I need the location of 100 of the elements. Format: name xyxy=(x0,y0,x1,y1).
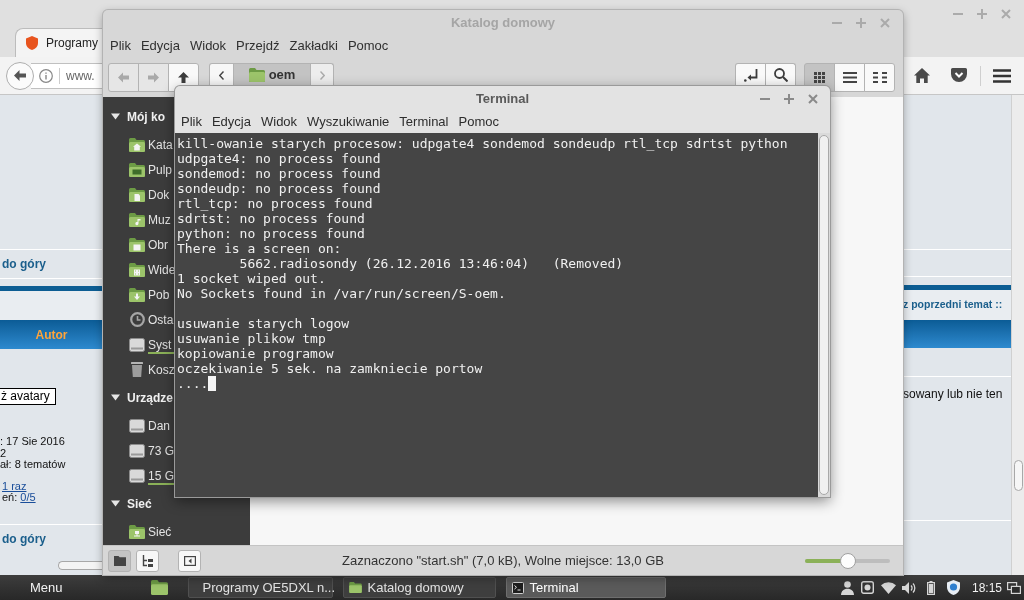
chevron-left-icon xyxy=(219,70,224,80)
tree-icon xyxy=(142,554,153,567)
terminal-line: usuwanie plikow tmp xyxy=(177,331,327,346)
picture-folder-icon xyxy=(129,237,145,252)
sidebar-item[interactable]: Pob xyxy=(103,282,175,307)
terminal-line: .... xyxy=(177,376,209,391)
sidebar-item[interactable]: Dok xyxy=(103,182,175,207)
taskbar-window-button[interactable]: Katalog domowy xyxy=(342,577,496,598)
terminal-line: There is a screen on: xyxy=(177,241,343,256)
stat-link[interactable]: 1 raz xyxy=(2,480,27,492)
forward-arrow-icon xyxy=(148,71,159,83)
status-text: Zaznaczono "start.sh" (7,0 kB), Wolne miejsce: 13,0 GB xyxy=(342,551,664,570)
terminal-line: kopiowanie programow xyxy=(177,346,335,361)
address-field[interactable]: www. xyxy=(31,62,103,89)
sidebar-item[interactable]: Muz xyxy=(103,207,175,232)
battery-icon[interactable] xyxy=(926,580,935,595)
back-button[interactable] xyxy=(6,61,34,90)
minimize-icon[interactable] xyxy=(760,97,770,100)
grid-icon xyxy=(814,71,825,83)
menu-item[interactable]: Przejdź xyxy=(231,36,285,56)
back-arrow-icon xyxy=(14,70,26,81)
menu-icon xyxy=(993,68,1011,83)
sidebar-item[interactable]: 15 G xyxy=(103,463,175,488)
sidebar-item[interactable]: Kosz xyxy=(103,357,175,382)
home-folder-icon xyxy=(129,137,145,152)
menu-item[interactable]: Zakładki xyxy=(284,36,343,56)
menu-item[interactable]: Pomoc xyxy=(453,112,504,132)
terminal-icon xyxy=(511,581,524,594)
terminal-line: kill-owanie starych procesow: udpgate4 sondemod sondeudp rtl_tcp sdrtst python xyxy=(177,136,789,151)
menu-item[interactable]: Plik xyxy=(176,112,207,132)
maximize-icon[interactable] xyxy=(784,93,794,104)
scrollbar-thumb[interactable] xyxy=(1013,460,1023,491)
drive-icon xyxy=(129,337,145,352)
folder-icon xyxy=(113,555,126,566)
close-icon[interactable] xyxy=(808,93,818,104)
path-button[interactable]: oem xyxy=(233,63,311,86)
music-folder-icon xyxy=(129,212,145,227)
history-icon xyxy=(129,312,145,327)
list-view-button[interactable] xyxy=(834,62,865,92)
home-folder-icon xyxy=(248,68,265,82)
menu-item[interactable]: Terminal xyxy=(394,112,454,132)
person-icon[interactable] xyxy=(840,580,854,595)
menu-item[interactable]: Wyszukiwanie xyxy=(302,112,395,132)
folder-icon xyxy=(348,582,362,593)
sidebar-item[interactable]: Kata xyxy=(103,132,175,157)
browser-tab[interactable]: Programy xyxy=(15,28,103,57)
tree-button[interactable] xyxy=(136,549,159,572)
clock-text[interactable]: 18:15 xyxy=(971,578,1002,597)
profile-text: ał: 8 tematów xyxy=(0,459,67,471)
taskbar-window-button[interactable]: Terminal xyxy=(505,577,666,598)
terminal-line: oczekiwanie 5 sek. na zamkniecie portow xyxy=(177,361,484,376)
sidebar-item[interactable]: Dan xyxy=(103,413,175,438)
menu-item[interactable]: Plik xyxy=(105,36,136,56)
download-folder-icon xyxy=(129,287,145,302)
menu-item[interactable]: Edycja xyxy=(206,112,256,132)
wifi-icon[interactable] xyxy=(880,581,896,594)
section-header[interactable]: Urządze xyxy=(103,385,175,410)
column-header: Autor xyxy=(0,320,103,349)
menu-item[interactable]: Widok xyxy=(185,36,232,56)
scrollbar-thumb[interactable] xyxy=(819,135,829,495)
enter-arrow-icon xyxy=(743,68,758,82)
home-icon xyxy=(914,68,930,83)
menu-item[interactable]: Widok xyxy=(256,112,303,132)
folder-icon[interactable] xyxy=(150,580,168,595)
terminal-line: No Sockets found in /var/run/screen/S-oem. xyxy=(177,286,507,301)
profile-text: : 17 Sie 2016 xyxy=(0,436,66,448)
terminal-line: sdrtst: no process found xyxy=(177,211,366,226)
section-header[interactable]: Mój ko xyxy=(103,104,175,129)
sidebar-item[interactable]: 73 G xyxy=(103,438,175,463)
sidebar-item[interactable]: Syst xyxy=(103,332,175,357)
scrollbar-thumb[interactable] xyxy=(58,560,103,570)
sidebar-item[interactable]: Osta xyxy=(103,307,175,332)
compact-view-button[interactable] xyxy=(864,62,895,92)
menu-item[interactable]: Edycja xyxy=(135,36,185,56)
avatar-toggle-button[interactable]: ż avatary xyxy=(0,388,56,405)
document-folder-icon xyxy=(129,187,145,202)
search-button[interactable] xyxy=(765,63,796,86)
back-to-top-link[interactable]: do góry xyxy=(2,529,46,548)
sidebar-item[interactable]: Obr xyxy=(103,232,175,257)
sidebar-item[interactable]: Pulp xyxy=(103,157,175,182)
volume-icon[interactable] xyxy=(901,581,917,594)
profile-text: 2 xyxy=(0,447,8,459)
taskbar-window-button[interactable]: Programy OE5DXL n... xyxy=(187,577,333,598)
places-button[interactable] xyxy=(108,549,131,572)
sidebar-toggle-button[interactable] xyxy=(178,549,201,572)
back-arrow-icon xyxy=(118,71,129,83)
back-to-top-link[interactable]: do góry xyxy=(2,255,46,273)
zoom-slider[interactable] xyxy=(805,552,890,569)
sidebar-item[interactable]: Wide xyxy=(103,257,175,282)
section-header[interactable]: Sieć xyxy=(103,491,175,516)
windows-icon[interactable] xyxy=(1007,581,1021,594)
box-icon[interactable] xyxy=(860,581,874,594)
desktop-folder-icon xyxy=(129,162,145,177)
post-text: sowany lub nie ten xyxy=(903,386,1003,403)
slider-thumb[interactable] xyxy=(839,552,856,569)
menu-button[interactable]: Menu xyxy=(30,577,63,598)
shield-icon[interactable] xyxy=(946,580,960,595)
menu-item[interactable]: Pomoc xyxy=(342,36,394,56)
stat-link[interactable]: 0/5 xyxy=(20,491,36,503)
sidebar-item[interactable]: Sieć xyxy=(103,519,175,544)
